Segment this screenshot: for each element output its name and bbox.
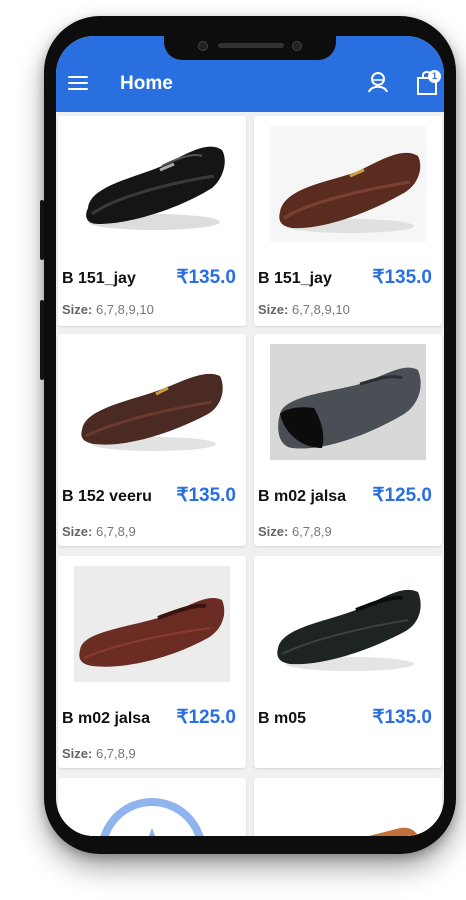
product-name: B m02 jalsa [62, 710, 151, 727]
product-card[interactable] [58, 778, 246, 836]
product-name: B 152 veeru [62, 488, 152, 505]
product-image [74, 344, 230, 460]
app-screen: Home 1 B 151_jay ₹135.0 Size: 6,7,8,9,10… [56, 36, 444, 836]
product-sizes: Size: 6,7,8,9 [258, 524, 332, 539]
product-image [270, 126, 426, 242]
product-sizes: Size: 6,7,8,9,10 [258, 302, 350, 317]
product-card[interactable]: B m02 jalsa ₹125.0 Size: 6,7,8,9 [254, 334, 442, 546]
product-card[interactable]: B 151_jay ₹135.0 Size: 6,7,8,9,10 [254, 116, 442, 326]
product-price: ₹135.0 [372, 267, 432, 288]
product-image [270, 788, 426, 836]
product-image [270, 344, 426, 460]
product-name: B 151_jay [258, 270, 332, 287]
product-sizes: Size: 6,7,8,9 [62, 524, 136, 539]
product-price: ₹125.0 [176, 707, 236, 728]
product-image [74, 788, 230, 836]
page-title: Home [120, 73, 173, 94]
product-image [74, 126, 230, 242]
product-price: ₹135.0 [176, 267, 236, 288]
product-card[interactable] [254, 778, 442, 836]
product-name: B m05 [258, 710, 307, 727]
product-sizes: Size: 6,7,8,9,10 [62, 302, 154, 317]
product-name: B 151_jay [62, 270, 136, 287]
product-name: B m02 jalsa [258, 488, 347, 505]
product-image [270, 566, 426, 682]
cart-count-badge: 1 [428, 70, 441, 83]
product-price: ₹135.0 [372, 707, 432, 728]
product-card[interactable]: B 152 veeru ₹135.0 Size: 6,7,8,9 [58, 334, 246, 546]
product-price: ₹135.0 [176, 485, 236, 506]
product-sizes: Size: 6,7,8,9 [62, 746, 136, 761]
product-card[interactable]: B 151_jay ₹135.0 Size: 6,7,8,9,10 [58, 116, 246, 326]
product-card[interactable]: B m05 ₹135.0 [254, 556, 442, 768]
product-grid: B 151_jay ₹135.0 Size: 6,7,8,9,10 B 151_… [56, 112, 444, 836]
product-card[interactable]: B m02 jalsa ₹125.0 Size: 6,7,8,9 [58, 556, 246, 768]
phone-notch [164, 36, 336, 60]
product-image [74, 566, 230, 682]
menu-icon[interactable] [68, 76, 88, 92]
product-price: ₹125.0 [372, 485, 432, 506]
user-icon[interactable] [366, 70, 390, 94]
